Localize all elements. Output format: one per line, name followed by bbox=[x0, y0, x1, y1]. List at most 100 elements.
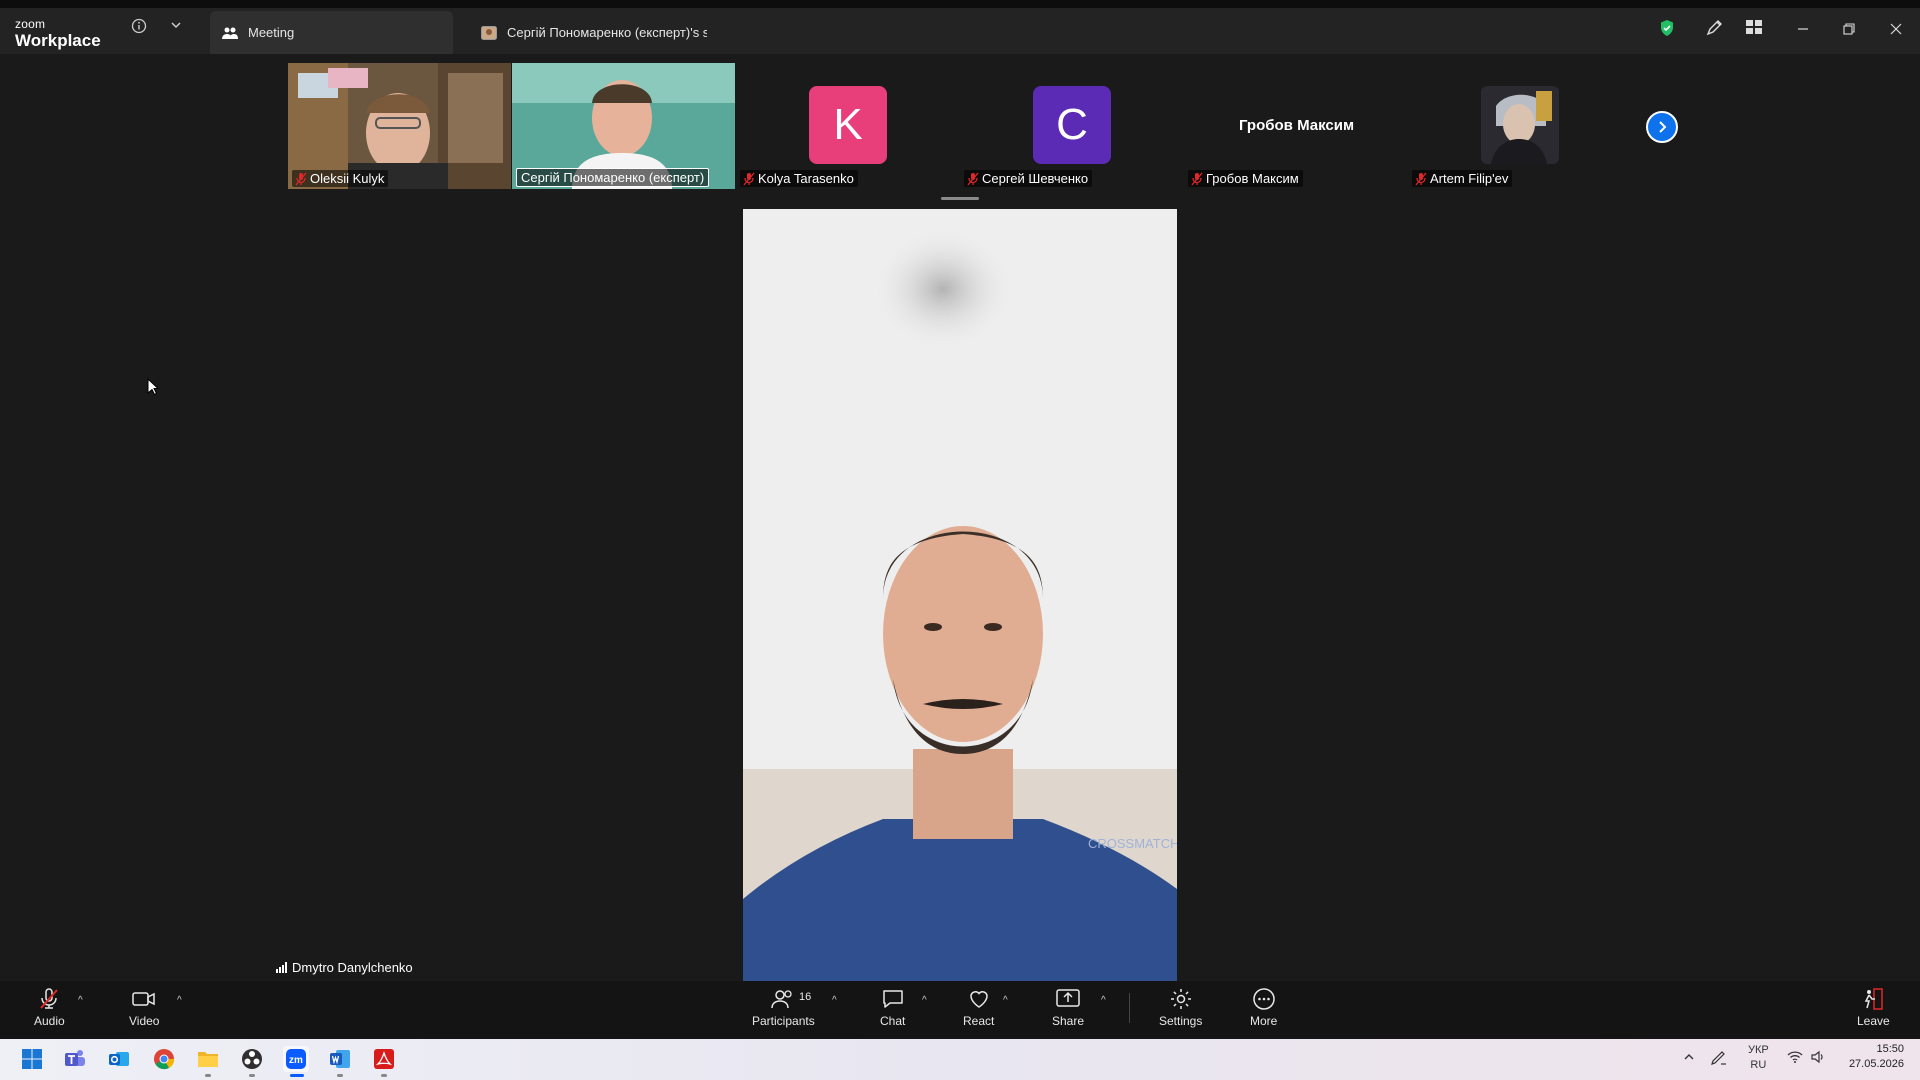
video-button[interactable]: Video bbox=[129, 987, 159, 1028]
participant-nameplate: Kolya Tarasenko bbox=[740, 170, 858, 187]
settings-label: Settings bbox=[1159, 1014, 1203, 1028]
windows-start-icon[interactable] bbox=[19, 1046, 45, 1072]
pen-tray-icon[interactable] bbox=[1710, 1050, 1728, 1069]
participant-tile-kolya[interactable]: K Kolya Tarasenko bbox=[736, 63, 959, 189]
clock-time: 15:50 bbox=[1876, 1043, 1904, 1055]
speaker-name-label: Dmytro Danylchenko bbox=[276, 960, 413, 975]
restore-icon[interactable] bbox=[1842, 22, 1856, 41]
windows-taskbar: zm УКР RU 15:50 27.05.2026 bbox=[0, 1039, 1920, 1080]
mouse-cursor-icon bbox=[147, 377, 160, 401]
participant-avatar: K bbox=[809, 86, 887, 164]
gear-icon bbox=[1170, 989, 1191, 1009]
participant-nameplate: Artem Filip'ev bbox=[1412, 170, 1513, 187]
participant-tile-sergey[interactable]: C Сергей Шевченко bbox=[960, 63, 1183, 189]
teams-icon[interactable] bbox=[62, 1046, 88, 1072]
participants-icon bbox=[222, 25, 238, 41]
participant-nameplate: Гробов Максим bbox=[1188, 170, 1303, 187]
chat-button[interactable]: Chat bbox=[880, 987, 905, 1028]
active-indicator bbox=[290, 1074, 304, 1077]
muted-mic-icon bbox=[743, 172, 755, 186]
leave-door-icon bbox=[1865, 988, 1884, 1010]
share-label: Share bbox=[1052, 1014, 1085, 1028]
participants-count-badge: 16 bbox=[799, 991, 812, 1003]
tab-meeting-label: Meeting bbox=[248, 25, 295, 40]
audio-options-caret-icon[interactable]: ^ bbox=[78, 995, 83, 1006]
outlook-icon[interactable] bbox=[106, 1046, 132, 1072]
tab-screen-share[interactable]: Сергій Пономаренко (експерт)'s scre bbox=[475, 11, 715, 54]
share-button[interactable]: Share bbox=[1052, 987, 1084, 1028]
file-explorer-icon[interactable] bbox=[195, 1046, 221, 1072]
chrome-icon[interactable] bbox=[151, 1046, 177, 1072]
speaker-name: Dmytro Danylchenko bbox=[292, 960, 413, 975]
video-options-caret-icon[interactable]: ^ bbox=[177, 995, 182, 1006]
shield-icon[interactable] bbox=[1659, 19, 1675, 42]
participant-name: Oleksii Kulyk bbox=[310, 171, 385, 186]
connection-signal-icon bbox=[276, 962, 287, 973]
participants-label: Participants bbox=[752, 1014, 815, 1028]
info-icon[interactable] bbox=[131, 18, 147, 37]
more-button[interactable]: More bbox=[1250, 987, 1277, 1028]
participant-nameplate: Сергій Пономаренко (експерт) bbox=[516, 168, 710, 187]
muted-mic-icon bbox=[1191, 172, 1203, 186]
participant-nameplate: Oleksii Kulyk bbox=[292, 170, 389, 187]
share-thumbnail-icon bbox=[481, 25, 497, 41]
participant-avatar: C bbox=[1033, 86, 1111, 164]
participant-display-name: Гробов Максим bbox=[1239, 117, 1355, 134]
participant-name: Kolya Tarasenko bbox=[758, 171, 854, 186]
gallery-view-icon[interactable] bbox=[1745, 19, 1763, 40]
acrobat-icon[interactable] bbox=[371, 1046, 397, 1072]
react-button[interactable]: React bbox=[963, 987, 994, 1028]
running-indicator bbox=[337, 1074, 343, 1077]
zoom-taskbar-icon[interactable]: zm bbox=[283, 1046, 309, 1072]
video-camera-icon bbox=[132, 992, 155, 1006]
input-language-indicator[interactable]: УКР RU bbox=[1748, 1043, 1769, 1073]
share-options-caret-icon[interactable]: ^ bbox=[1101, 995, 1106, 1006]
system-clock[interactable]: 15:50 27.05.2026 bbox=[1849, 1042, 1904, 1072]
next-page-button[interactable] bbox=[1646, 111, 1678, 143]
settings-button[interactable]: Settings bbox=[1159, 987, 1202, 1028]
svg-text:zm: zm bbox=[289, 1055, 303, 1066]
participant-tile-oleksii[interactable]: Oleksii Kulyk bbox=[288, 63, 511, 189]
clock-date: 27.05.2026 bbox=[1848, 1058, 1904, 1070]
audio-label: Audio bbox=[34, 1014, 65, 1028]
minimize-icon[interactable] bbox=[1796, 22, 1810, 41]
running-indicator bbox=[249, 1074, 255, 1077]
audio-button[interactable]: Audio bbox=[34, 987, 65, 1028]
toolbar-divider bbox=[1129, 993, 1130, 1023]
participant-name: Artem Filip'ev bbox=[1430, 171, 1509, 186]
participant-nameplate: Сергей Шевченко bbox=[964, 170, 1093, 187]
chevron-right-icon bbox=[1659, 121, 1667, 133]
react-options-caret-icon[interactable]: ^ bbox=[1003, 995, 1008, 1006]
participants-options-caret-icon[interactable]: ^ bbox=[832, 995, 837, 1006]
obs-icon[interactable] bbox=[239, 1046, 265, 1072]
participant-tile-artem[interactable]: Artem Filip'ev bbox=[1408, 63, 1631, 189]
running-indicator bbox=[381, 1074, 387, 1077]
muted-mic-icon bbox=[1415, 172, 1427, 186]
close-icon[interactable] bbox=[1889, 22, 1903, 41]
meeting-controls-toolbar: Audio ^ Video ^ Participants 16 ^ Chat ^… bbox=[0, 981, 1920, 1039]
more-label: More bbox=[1250, 1014, 1278, 1028]
chat-bubble-icon bbox=[882, 990, 903, 1008]
leave-button[interactable]: Leave bbox=[1857, 987, 1890, 1028]
muted-mic-icon bbox=[967, 172, 979, 186]
title-bar: zoom Workplace Meeting Сергій Пономаренк… bbox=[0, 0, 1920, 54]
more-dots-icon bbox=[1252, 988, 1275, 1010]
zoom-logo: zoom Workplace bbox=[15, 18, 101, 49]
participant-name: Сергей Шевченко bbox=[982, 171, 1089, 186]
leave-label: Leave bbox=[1857, 1014, 1890, 1028]
chat-options-caret-icon[interactable]: ^ bbox=[922, 995, 927, 1006]
participant-tile-grobov[interactable]: Гробов Максим Гробов Максим bbox=[1184, 63, 1407, 189]
volume-icon[interactable] bbox=[1810, 1050, 1826, 1067]
react-label: React bbox=[963, 1014, 995, 1028]
strip-resize-handle[interactable] bbox=[941, 197, 979, 200]
tray-overflow-chevron-icon[interactable] bbox=[1682, 1050, 1696, 1067]
shirt-print-text: CROSSMATCH bbox=[1088, 836, 1177, 851]
annotate-pen-icon[interactable] bbox=[1705, 19, 1723, 42]
chevron-down-icon[interactable] bbox=[169, 18, 183, 35]
participants-icon bbox=[771, 990, 792, 1009]
word-icon[interactable] bbox=[327, 1046, 353, 1072]
muted-mic-icon bbox=[40, 988, 59, 1009]
wifi-icon[interactable] bbox=[1787, 1050, 1803, 1067]
tab-meeting[interactable]: Meeting bbox=[210, 11, 453, 54]
participant-tile-serhii[interactable]: Сергій Пономаренко (експерт) bbox=[512, 63, 735, 189]
